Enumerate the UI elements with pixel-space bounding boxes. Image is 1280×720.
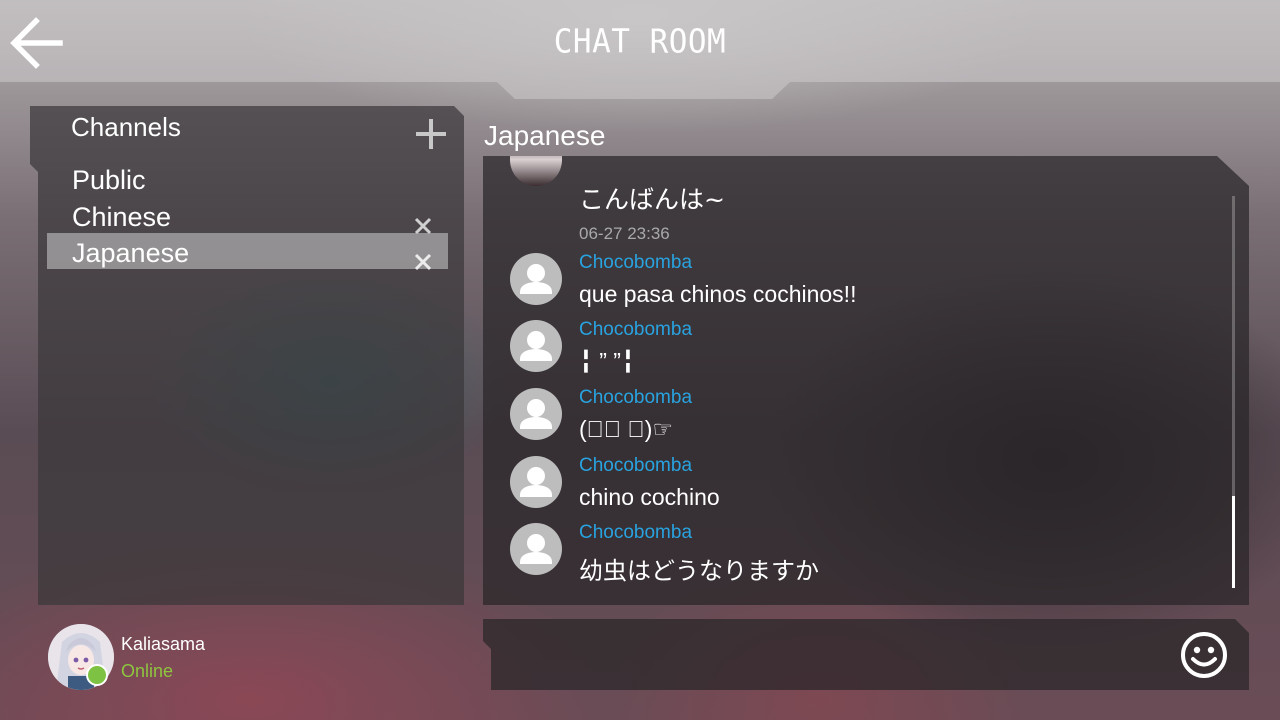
avatar[interactable] (510, 388, 562, 440)
avatar[interactable] (510, 320, 562, 372)
message-text: que pasa chinos cochinos!! (579, 281, 857, 307)
message-input[interactable] (483, 619, 1249, 690)
page-title: CHAT ROOM (553, 23, 727, 61)
close-icon (414, 253, 432, 271)
message-text: 幼虫はどうなりますか (579, 557, 819, 585)
avatar[interactable] (510, 523, 562, 575)
message-text: chino cochino (579, 484, 720, 510)
channel-label: Chinese (72, 202, 172, 232)
avatar[interactable] (510, 253, 562, 305)
user-icon (520, 467, 552, 497)
channel-label: Japanese (72, 238, 190, 268)
message-timestamp: 06-27 23:36 (579, 224, 670, 243)
message-text: こんばんは~ (579, 185, 725, 214)
back-button[interactable] (6, 14, 66, 72)
message-sender[interactable]: Chocobomba (579, 522, 692, 544)
message-sender[interactable]: Chocobomba (579, 319, 692, 341)
message-sender[interactable]: Chocobomba (579, 252, 692, 274)
channel-item-chinese[interactable]: Chinese (47, 199, 448, 235)
channels-heading: Channels (71, 112, 181, 142)
close-channel-button[interactable] (414, 208, 432, 235)
scrollbar-thumb[interactable] (1232, 496, 1235, 588)
message-sender[interactable]: Chocobomba (579, 455, 692, 477)
username: Kaliasama (121, 634, 206, 654)
message-sender[interactable]: Chocobomba (579, 387, 692, 409)
add-channel-button[interactable] (414, 117, 448, 151)
online-status-indicator (86, 664, 108, 686)
avatar (510, 156, 562, 186)
avatar[interactable] (510, 456, 562, 508)
close-channel-button[interactable] (414, 244, 432, 271)
user-icon (520, 264, 552, 294)
plus-icon (416, 119, 446, 149)
message-text: ╏ ” ”╏ (579, 348, 635, 374)
channel-item-japanese[interactable]: Japanese (47, 233, 448, 271)
arrow-left-icon (10, 17, 63, 69)
room-title: Japanese (484, 120, 606, 151)
user-icon (520, 399, 552, 429)
user-status: Online (121, 661, 174, 681)
smiley-icon (1181, 632, 1227, 678)
user-icon (520, 534, 552, 564)
emoji-button[interactable] (1180, 631, 1228, 679)
channel-label: Public (72, 165, 146, 195)
message-text: (☞ﾟ ﾟ)☞ (579, 416, 674, 442)
channel-item-public[interactable]: Public (47, 162, 448, 198)
user-icon (520, 331, 552, 361)
message-list[interactable]: こんばんは~ 06-27 23:36 Chocobomba que pasa c… (483, 156, 1249, 605)
